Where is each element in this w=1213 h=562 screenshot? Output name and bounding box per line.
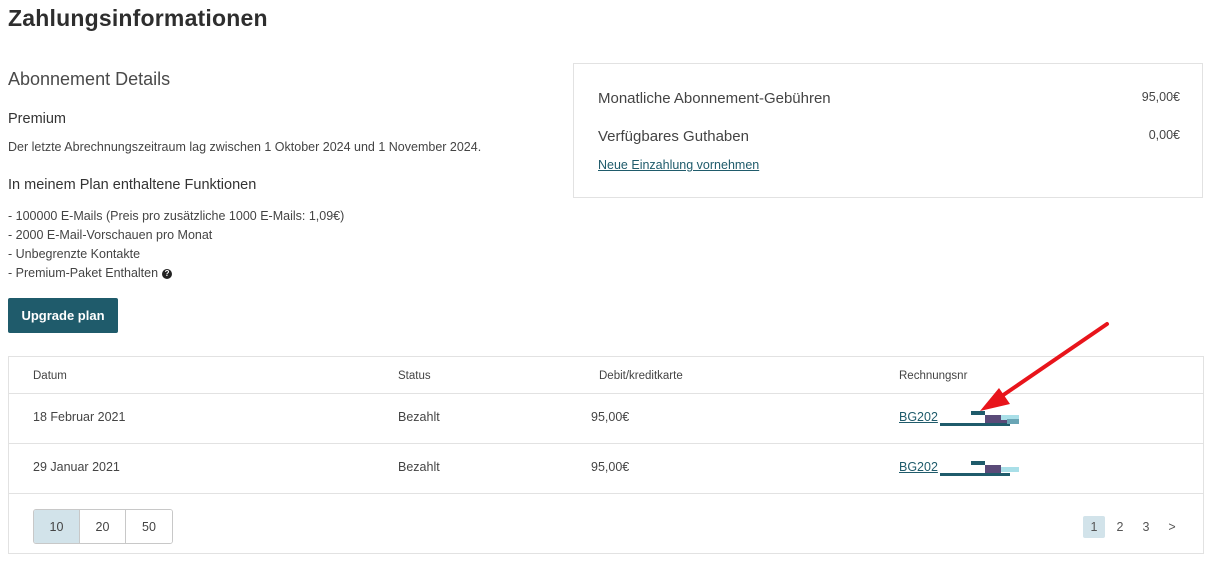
invoice-table: Datum Status Debit/kreditkarte Rechnungs… — [8, 356, 1204, 554]
row-divider — [9, 443, 1203, 444]
row-divider — [9, 393, 1203, 394]
help-icon[interactable]: ? — [162, 268, 173, 279]
column-header-card: Debit/kreditkarte — [599, 370, 683, 382]
feature-item: - Unbegrenzte Kontakte — [8, 247, 141, 261]
credit-label: Verfügbares Guthaben — [598, 128, 749, 145]
page-1-button[interactable]: 1 — [1083, 516, 1105, 538]
next-page-icon[interactable]: > — [1161, 516, 1183, 538]
row-divider — [9, 493, 1203, 494]
row-date: 29 Januar 2021 — [33, 460, 120, 474]
page-size-50-button[interactable]: 50 — [126, 510, 172, 543]
upgrade-plan-button[interactable]: Upgrade plan — [8, 298, 118, 333]
column-header-invoice: Rechnungsnr — [899, 370, 968, 382]
column-header-date: Datum — [33, 370, 67, 382]
feature-item: - 100000 E-Mails (Preis pro zusätzliche … — [8, 209, 345, 223]
row-status: Bezahlt — [398, 460, 440, 474]
new-deposit-link[interactable]: Neue Einzahlung vornehmen — [598, 158, 759, 172]
row-date: 18 Februar 2021 — [33, 410, 126, 424]
page-size-selector: 10 20 50 — [33, 509, 173, 544]
page-size-10-button[interactable]: 10 — [34, 510, 80, 543]
subscription-section-title: Abonnement Details — [8, 69, 171, 89]
page-3-button[interactable]: 3 — [1135, 516, 1157, 538]
monthly-fee-label: Monatliche Abonnement-Gebühren — [598, 90, 831, 107]
feature-item: - Premium-Paket Enthalten? — [8, 264, 344, 283]
row-status: Bezahlt — [398, 410, 440, 424]
billing-period-text: Der letzte Abrechnungszeitraum lag zwisc… — [8, 140, 482, 154]
pagination: 1 2 3 > — [1083, 516, 1183, 538]
column-header-status: Status — [398, 370, 431, 382]
row-amount: 95,00€ — [591, 460, 630, 474]
page-size-20-button[interactable]: 20 — [80, 510, 126, 543]
features-title: In meinem Plan enthaltene Funktionen — [8, 177, 257, 193]
page-title: Zahlungsinformationen — [8, 5, 268, 31]
billing-summary-card: Monatliche Abonnement-Gebühren 95,00€ Ve… — [573, 63, 1203, 198]
features-list: - 100000 E-Mails (Preis pro zusätzliche … — [8, 207, 344, 283]
feature-item: - 2000 E-Mail-Vorschauen pro Monat — [8, 228, 213, 242]
invoice-number-link[interactable]: BG202 — [899, 410, 938, 424]
plan-name: Premium — [8, 111, 67, 127]
page-2-button[interactable]: 2 — [1109, 516, 1131, 538]
invoice-number-link[interactable]: BG202 — [899, 460, 938, 474]
row-amount: 95,00€ — [591, 410, 630, 424]
monthly-fee-value: 95,00€ — [1141, 90, 1180, 104]
credit-value: 0,00€ — [1148, 128, 1180, 142]
